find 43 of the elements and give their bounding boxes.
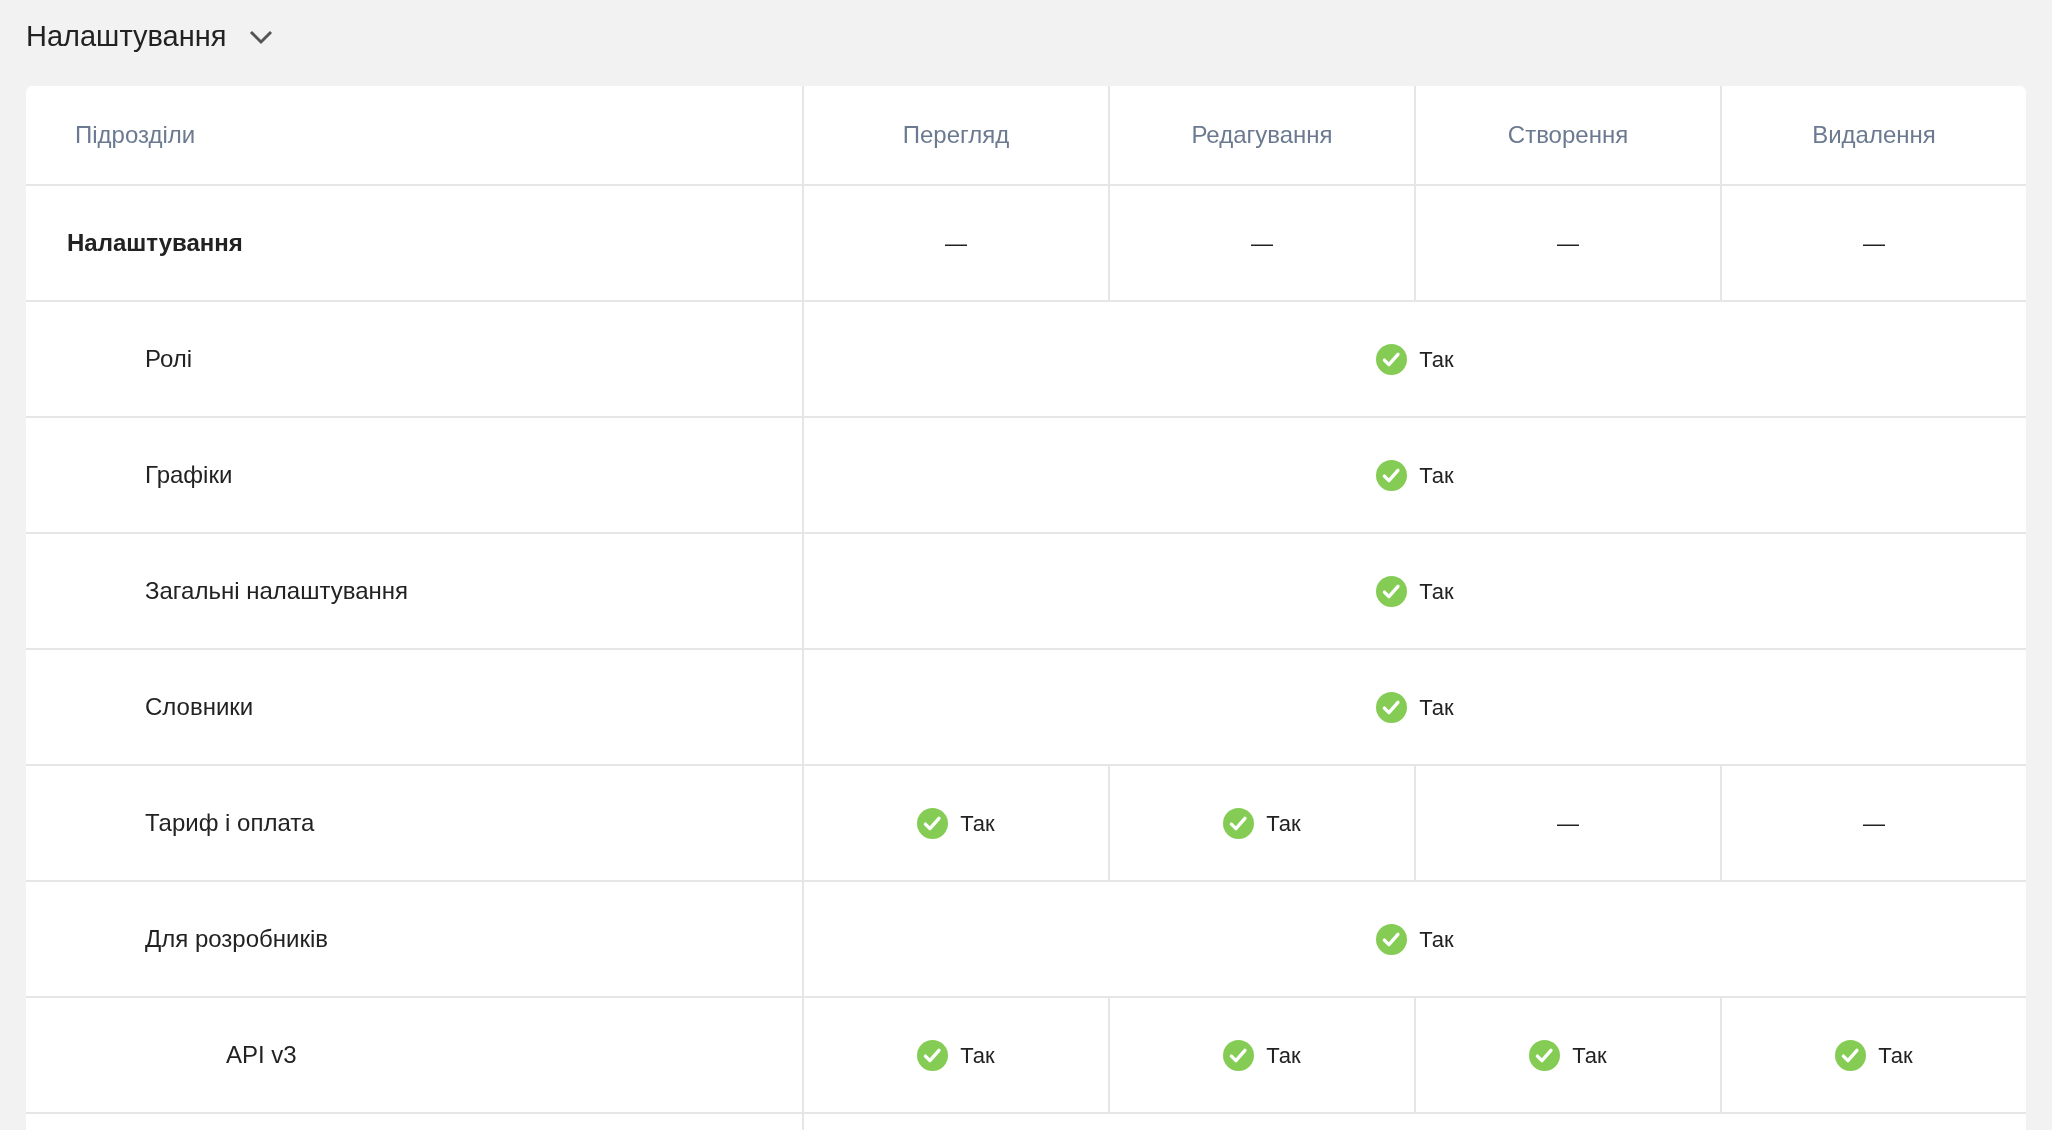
section-name: Для розробників: [145, 924, 329, 954]
check-circle-icon: [1529, 1039, 1561, 1071]
dash-mark: —: [945, 229, 967, 258]
section-name: Налаштування: [67, 228, 243, 258]
yes-label: Так: [1266, 809, 1301, 838]
section-name: Графіки: [145, 460, 233, 490]
column-header: Створення: [1507, 120, 1629, 150]
yes-label: Так: [1419, 693, 1454, 722]
column-header: Редагування: [1191, 120, 1333, 150]
section-name: Тариф і оплата: [145, 808, 315, 838]
check-circle-icon: [917, 1039, 949, 1071]
section-title: Налаштування: [26, 19, 227, 55]
dash-mark: —: [1251, 229, 1273, 258]
check-circle-icon: [917, 807, 949, 839]
check-circle-icon: [1376, 343, 1408, 375]
dash-mark: —: [1863, 809, 1885, 838]
yes-label: Так: [960, 809, 995, 838]
dash-mark: —: [1557, 809, 1579, 838]
column-header: Видалення: [1812, 120, 1936, 150]
section-name: Загальні налаштування: [145, 576, 408, 606]
column-header: Підрозділи: [75, 120, 196, 150]
section-name: Словники: [145, 692, 254, 722]
chevron-down-icon[interactable]: [248, 29, 275, 45]
yes-label: Так: [1572, 1041, 1607, 1070]
section-name: API v3: [226, 1040, 297, 1070]
yes-label: Так: [1878, 1041, 1913, 1070]
yes-label: Так: [1419, 577, 1454, 606]
check-circle-icon: [1223, 1039, 1255, 1071]
check-circle-icon: [1835, 1039, 1867, 1071]
column-header: Перегляд: [902, 120, 1010, 150]
check-circle-icon: [1223, 807, 1255, 839]
section-name: Ролі: [145, 344, 193, 374]
yes-label: Так: [1266, 1041, 1301, 1070]
check-circle-icon: [1376, 575, 1408, 607]
yes-label: Так: [1419, 925, 1454, 954]
dash-mark: —: [1557, 229, 1579, 258]
check-circle-icon: [1376, 691, 1408, 723]
yes-label: Так: [1419, 461, 1454, 490]
dash-mark: —: [1863, 229, 1885, 258]
yes-label: Так: [1419, 345, 1454, 374]
check-circle-icon: [1376, 459, 1408, 491]
check-circle-icon: [1376, 923, 1408, 955]
yes-label: Так: [960, 1041, 995, 1070]
